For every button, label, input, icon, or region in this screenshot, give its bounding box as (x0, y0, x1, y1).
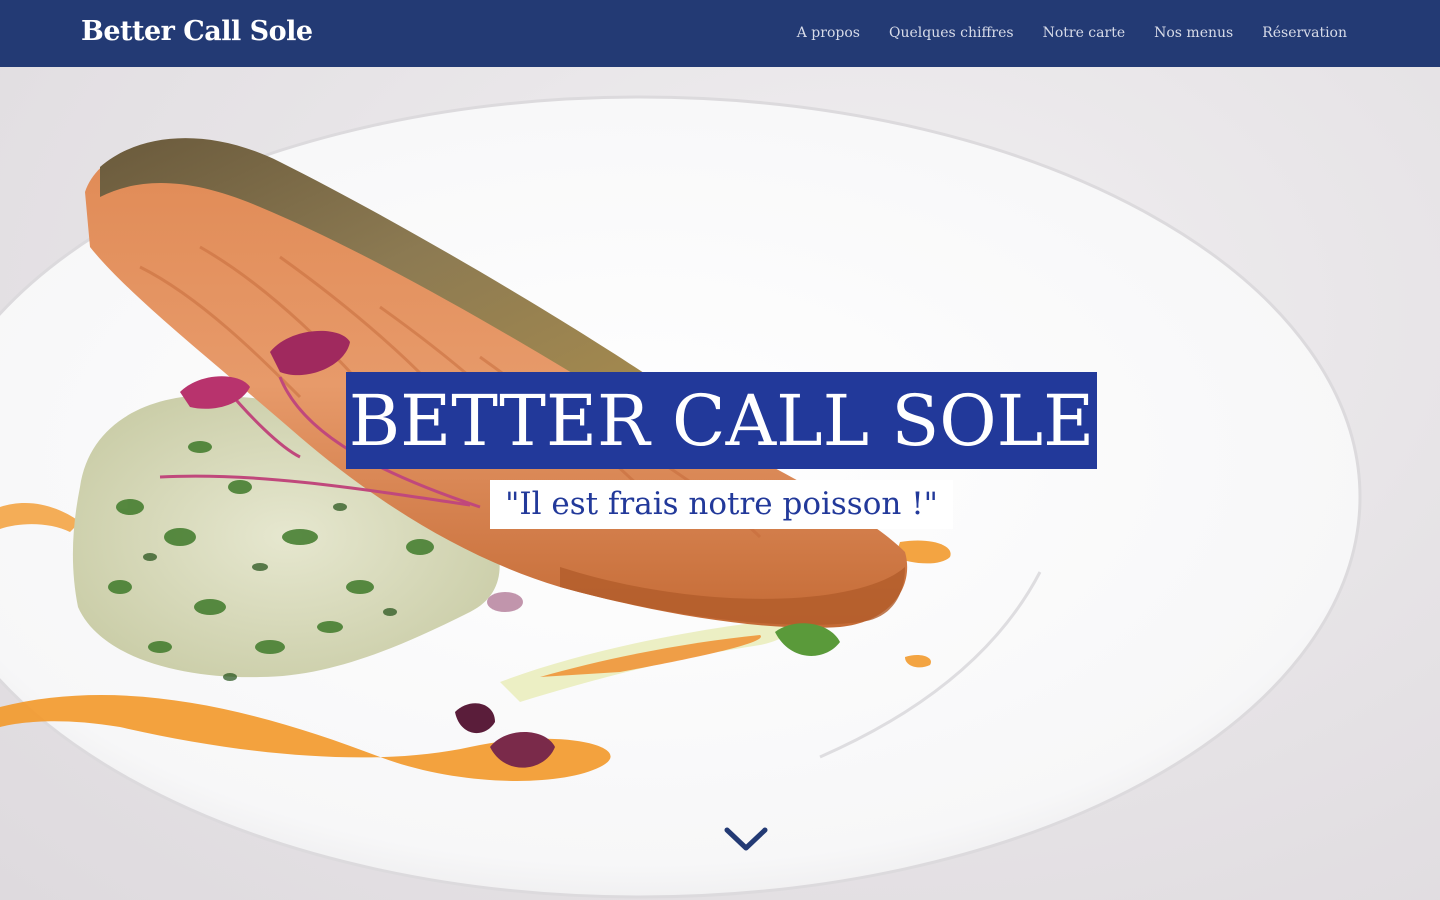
nav-link-nos-menus[interactable]: Nos menus (1154, 22, 1233, 44)
hero-title-box: BETTER CALL SOLE (346, 372, 1097, 469)
hero-subtitle: "Il est frais notre poisson !" (505, 486, 938, 522)
hero-section: BETTER CALL SOLE "Il est frais notre poi… (0, 67, 1440, 900)
nav-link-notre-carte[interactable]: Notre carte (1043, 22, 1126, 44)
site-header: Better Call Sole A propos Quelques chiff… (0, 0, 1440, 67)
hero-subtitle-box: "Il est frais notre poisson !" (490, 480, 953, 529)
site-logo[interactable]: Better Call Sole (81, 14, 313, 50)
main-nav: A propos Quelques chiffres Notre carte N… (797, 22, 1347, 44)
nav-link-reservation[interactable]: Réservation (1262, 22, 1347, 44)
hero-title: BETTER CALL SOLE (348, 379, 1095, 462)
nav-link-quelques-chiffres[interactable]: Quelques chiffres (889, 22, 1014, 44)
scroll-down-button[interactable] (722, 824, 770, 856)
chevron-down-icon (724, 827, 768, 851)
nav-link-a-propos[interactable]: A propos (797, 22, 860, 44)
